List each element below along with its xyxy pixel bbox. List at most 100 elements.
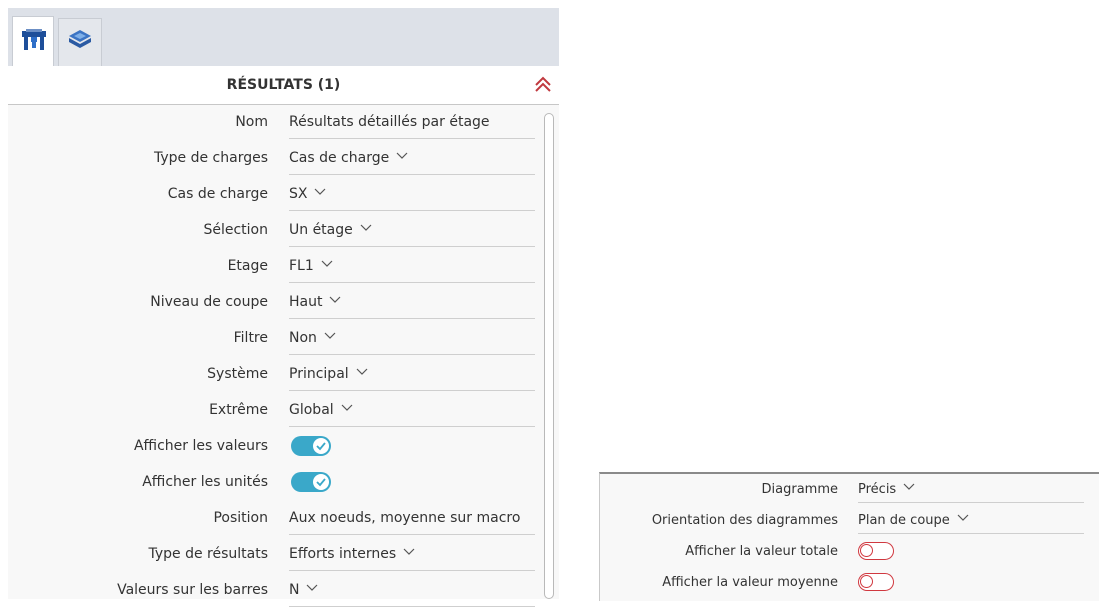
select-value[interactable]: Un étage: [289, 222, 372, 238]
property-row-afficher-la-valeur-totale: Afficher la valeur totale: [600, 536, 1099, 566]
chevron-down-icon: [957, 514, 969, 521]
chevron-down-icon: [396, 152, 408, 159]
chevron-down-icon: [330, 296, 341, 303]
toggle-switch[interactable]: [858, 573, 894, 591]
tab-bar: [8, 8, 559, 68]
chevron-down-icon: [307, 584, 318, 591]
property-label: Type de résultats: [148, 546, 268, 562]
tab-structure[interactable]: [12, 16, 54, 66]
property-label: Etage: [227, 258, 268, 274]
select-value[interactable]: Haut: [289, 294, 341, 310]
property-value[interactable]: Résultats détaillés par étage: [289, 105, 535, 139]
property-row-diagramme: Diagramme Précis: [600, 474, 1099, 504]
property-label: Système: [207, 366, 268, 382]
properties-list: Nom Résultats détaillés par étage Type de …: [8, 105, 559, 607]
tab-layers[interactable]: [58, 18, 102, 68]
property-row-type-de-resultats: Type de résultats Efforts internes: [8, 537, 538, 573]
toggle-switch[interactable]: [858, 542, 894, 560]
property-label: Afficher les valeurs: [133, 438, 268, 454]
property-row-systeme: Système Principal: [8, 357, 538, 393]
select-value[interactable]: Précis: [858, 482, 915, 497]
panel-title: RÉSULTATS (1): [226, 77, 341, 93]
property-row-orientation-des-diagrammes: Orientation des diagrammes Plan de coupe: [600, 505, 1099, 535]
select-value[interactable]: Cas de charge: [289, 150, 408, 166]
property-label: Afficher les unités: [142, 474, 268, 490]
property-label: Filtre: [233, 330, 268, 346]
property-value[interactable]: Global: [289, 393, 535, 427]
select-value[interactable]: SX: [289, 186, 326, 202]
property-label: Valeurs sur les barres: [117, 582, 268, 598]
results-properties-panel: RÉSULTATS (1) Nom Résultats détaillés par…: [8, 8, 559, 607]
diagram-properties-panel: Diagramme Précis Orientation des diagramme…: [599, 472, 1099, 601]
toggle-knob: [860, 575, 873, 588]
property-value: [289, 429, 535, 462]
property-value: [858, 536, 1084, 564]
check-icon: [313, 438, 329, 454]
property-label: Niveau de coupe: [150, 294, 268, 310]
property-value[interactable]: Principal: [289, 357, 535, 391]
select-value[interactable]: N: [289, 582, 318, 598]
property-row-position: Position Aux noeuds, moyenne sur macro: [8, 501, 538, 537]
select-value[interactable]: Principal: [289, 366, 368, 382]
structure-icon: [22, 29, 46, 50]
property-row-valeurs-sur-les-barres: Valeurs sur les barres N: [8, 573, 538, 609]
select-value[interactable]: Global: [289, 402, 353, 418]
check-icon: [313, 474, 329, 490]
property-label: Nom: [235, 114, 268, 130]
property-label: Afficher la valeur totale: [685, 544, 838, 559]
property-row-type-de-charges: Type de charges Cas de charge: [8, 141, 538, 177]
property-label: Afficher la valeur moyenne: [662, 575, 838, 590]
property-row-filtre: Filtre Non: [8, 321, 538, 357]
toggle-switch[interactable]: [291, 436, 331, 456]
property-row-afficher-la-valeur-moyenne: Afficher la valeur moyenne: [600, 567, 1099, 597]
property-value[interactable]: Précis: [858, 474, 1084, 503]
chevron-down-icon: [321, 260, 333, 267]
toggle-knob: [860, 544, 873, 557]
results-header[interactable]: RÉSULTATS (1): [8, 66, 559, 105]
toggle-switch[interactable]: [291, 472, 331, 492]
text-value[interactable]: Résultats détaillés par étage: [289, 114, 490, 130]
scrollbar[interactable]: [544, 113, 554, 599]
property-row-etage: Etage FL1: [8, 249, 538, 285]
property-value[interactable]: N: [289, 573, 535, 607]
property-row-extreme: Extrême Global: [8, 393, 538, 429]
select-value[interactable]: Efforts internes: [289, 546, 415, 562]
property-row-afficher-les-valeurs: Afficher les valeurs: [8, 429, 538, 465]
property-value[interactable]: Haut: [289, 285, 535, 319]
property-label: Type de charges: [153, 150, 268, 166]
property-row-selection: Sélection Un étage: [8, 213, 538, 249]
property-label: Position: [213, 510, 268, 526]
property-value: [858, 567, 1084, 595]
property-value[interactable]: Efforts internes: [289, 537, 535, 571]
property-label: Orientation des diagrammes: [651, 513, 838, 528]
layers-icon: [69, 30, 91, 48]
chevron-down-icon: [403, 548, 415, 555]
property-value[interactable]: FL1: [289, 249, 535, 283]
property-value: [289, 465, 535, 498]
property-row-afficher-les-unites: Afficher les unités: [8, 465, 538, 501]
property-value[interactable]: SX: [289, 177, 535, 211]
property-value[interactable]: Un étage: [289, 213, 535, 247]
chevron-down-icon: [315, 188, 326, 195]
chevron-down-icon: [356, 368, 368, 375]
chevron-down-icon: [360, 224, 372, 231]
text-value[interactable]: Aux noeuds, moyenne sur macro: [289, 510, 520, 526]
property-label: Sélection: [203, 222, 268, 238]
select-value[interactable]: FL1: [289, 258, 333, 274]
property-row-cas-de-charge: Cas de charge SX: [8, 177, 538, 213]
property-label: Cas de charge: [167, 186, 268, 202]
property-value[interactable]: Plan de coupe: [858, 505, 1084, 534]
chevron-down-icon: [341, 404, 353, 411]
property-row-nom: Nom Résultats détaillés par étage: [8, 105, 538, 141]
chevron-down-icon: [903, 483, 915, 490]
property-value[interactable]: Non: [289, 321, 535, 355]
select-value[interactable]: Non: [289, 330, 336, 346]
property-value[interactable]: Aux noeuds, moyenne sur macro: [289, 501, 535, 535]
property-value[interactable]: Cas de charge: [289, 141, 535, 175]
select-value[interactable]: Plan de coupe: [858, 513, 969, 528]
property-row-niveau-de-coupe: Niveau de coupe Haut: [8, 285, 538, 321]
chevron-down-icon: [324, 332, 336, 339]
property-label: Diagramme: [761, 482, 838, 497]
property-label: Extrême: [209, 402, 268, 418]
collapse-icon[interactable]: [533, 74, 553, 94]
